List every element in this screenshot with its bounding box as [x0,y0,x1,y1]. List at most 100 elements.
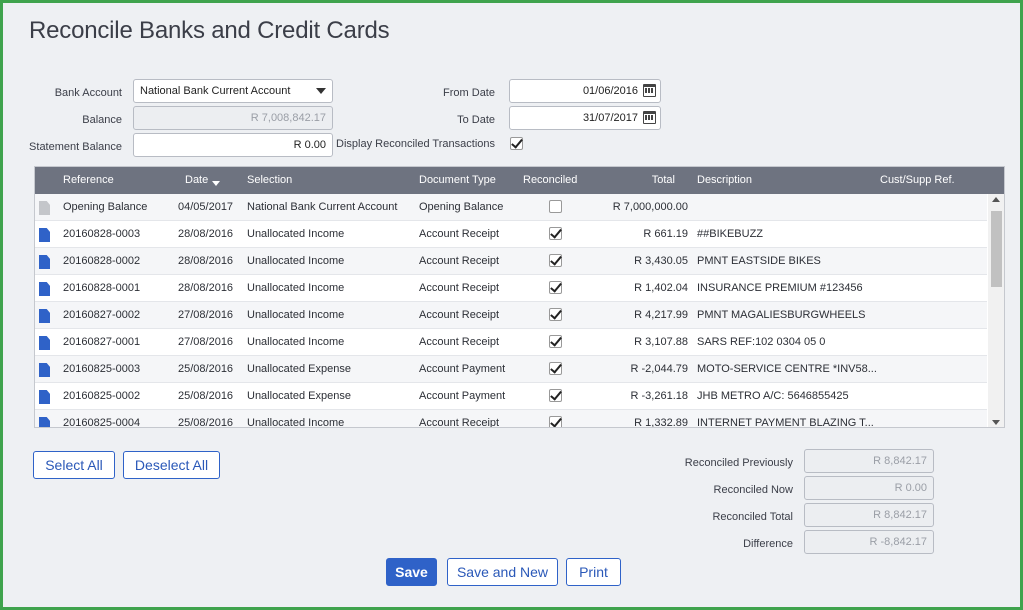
table-row[interactable]: 20160828-0003 28/08/2016 Unallocated Incom… [35,221,987,248]
sort-desc-icon [212,181,221,186]
select-all-button[interactable]: Select All [33,451,115,479]
scrollbar-thumb[interactable] [991,211,1002,287]
from-date-value: 01/06/2016 [582,85,638,97]
col-reference[interactable]: Reference [63,174,114,186]
bank-account-label: Bank Account [54,87,122,99]
cell-reference: 20160825-0002 [63,390,141,402]
cell-reference: 20160825-0003 [63,363,141,375]
table-row[interactable]: 20160828-0002 28/08/2016 Unallocated Incom… [35,248,987,275]
cell-selection: Unallocated Expense [247,363,351,375]
cell-date: 28/08/2016 [178,282,234,294]
reconciled-checkbox[interactable] [549,227,562,240]
col-description[interactable]: Description [697,174,752,186]
table-row[interactable]: 20160827-0001 27/08/2016 Unallocated Incom… [35,329,987,356]
bank-account-select[interactable]: National Bank Current Account [133,79,333,103]
cell-description: SARS REF:102 0304 05 0 [697,336,826,348]
scroll-down-icon[interactable] [992,420,1000,425]
scroll-up-icon[interactable] [992,197,1000,202]
table-row[interactable]: 20160827-0002 27/08/2016 Unallocated Incom… [35,302,987,329]
reconciled-checkbox[interactable] [549,254,562,267]
reconciled-checkbox[interactable] [549,281,562,294]
reconciled-total-label: Reconciled Total [712,511,793,523]
cell-selection: Unallocated Income [247,417,345,428]
document-icon [39,228,50,242]
cell-document-type: Account Payment [419,390,506,402]
to-date-label: To Date [457,114,495,126]
table-row[interactable]: Opening Balance 04/05/2017 National Bank C… [35,194,987,221]
col-date-label: Date [185,174,209,186]
col-date[interactable]: Date [185,174,221,186]
reconciled-previously-field: R 8,842.17 [804,449,934,473]
cell-document-type: Account Receipt [419,282,500,294]
cell-document-type: Account Receipt [419,417,500,428]
reconciled-checkbox[interactable] [549,389,562,402]
difference-field: R -8,842.17 [804,530,934,554]
from-date-label: From Date [443,87,495,99]
transactions-grid: Reference Date Selection Document Type R… [34,166,1005,428]
document-icon [39,417,50,427]
reconciled-total-field: R 8,842.17 [804,503,934,527]
cell-reference: Opening Balance [63,201,148,213]
balance-label: Balance [82,114,122,126]
cell-reference: 20160827-0002 [63,309,141,321]
calendar-icon[interactable] [643,111,656,124]
cell-document-type: Account Receipt [419,255,500,267]
save-and-new-button[interactable]: Save and New [447,558,558,586]
print-button[interactable]: Print [566,558,621,586]
chevron-down-icon [316,88,326,94]
reconciled-checkbox[interactable] [549,335,562,348]
cell-document-type: Account Receipt [419,309,500,321]
document-icon [39,282,50,296]
table-row[interactable]: 20160825-0004 25/08/2016 Unallocated Incom… [35,410,987,428]
to-date-input[interactable]: 31/07/2017 [509,106,661,130]
from-date-input[interactable]: 01/06/2016 [509,79,661,103]
balance-field: R 7,008,842.17 [133,106,333,130]
document-icon [39,309,50,323]
cell-date: 28/08/2016 [178,255,234,267]
cell-date: 27/08/2016 [178,336,234,348]
table-row[interactable]: 20160828-0001 28/08/2016 Unallocated Incom… [35,275,987,302]
cell-total: R 4,217.99 [634,309,688,321]
cell-document-type: Account Receipt [419,228,500,240]
cell-document-type: Account Payment [419,363,506,375]
col-cust-supp-ref[interactable]: Cust/Supp Ref. [880,174,955,186]
cell-date: 28/08/2016 [178,228,234,240]
reconciled-checkbox[interactable] [549,200,562,213]
col-document-type[interactable]: Document Type [419,174,496,186]
document-icon [39,336,50,350]
document-grey-icon [39,201,50,215]
cell-date: 25/08/2016 [178,417,234,428]
statement-balance-label: Statement Balance [29,141,122,153]
cell-document-type: Opening Balance [419,201,504,213]
display-reconciled-checkbox[interactable] [510,137,523,150]
cell-reference: 20160827-0001 [63,336,141,348]
cell-selection: Unallocated Income [247,282,345,294]
cell-description: PMNT EASTSIDE BIKES [697,255,821,267]
reconciled-checkbox[interactable] [549,308,562,321]
cell-description: PMNT MAGALIESBURGWHEELS [697,309,866,321]
vertical-scrollbar[interactable] [988,194,1004,427]
col-total[interactable]: Total [652,174,675,186]
cell-reference: 20160828-0002 [63,255,141,267]
cell-selection: Unallocated Income [247,228,345,240]
cell-date: 04/05/2017 [178,201,234,213]
to-date-value: 31/07/2017 [582,112,638,124]
document-icon [39,255,50,269]
table-row[interactable]: 20160825-0003 25/08/2016 Unallocated Expen… [35,356,987,383]
deselect-all-button[interactable]: Deselect All [123,451,220,479]
save-button[interactable]: Save [386,558,437,586]
table-row[interactable]: 20160825-0002 25/08/2016 Unallocated Expen… [35,383,987,410]
cell-reference: 20160828-0001 [63,282,141,294]
col-selection[interactable]: Selection [247,174,292,186]
reconciled-checkbox[interactable] [549,362,562,375]
reconciled-checkbox[interactable] [549,416,562,427]
calendar-icon[interactable] [643,84,656,97]
col-reconciled[interactable]: Reconciled [523,174,577,186]
cell-total: R 3,107.88 [634,336,688,348]
cell-selection: National Bank Current Account [247,201,398,213]
cell-total: R 1,332.89 [634,417,688,428]
cell-description: ##BIKEBUZZ [697,228,764,240]
cell-reference: 20160825-0004 [63,417,141,428]
cell-total: R 3,430.05 [634,255,688,267]
statement-balance-input[interactable]: R 0.00 [133,133,333,157]
